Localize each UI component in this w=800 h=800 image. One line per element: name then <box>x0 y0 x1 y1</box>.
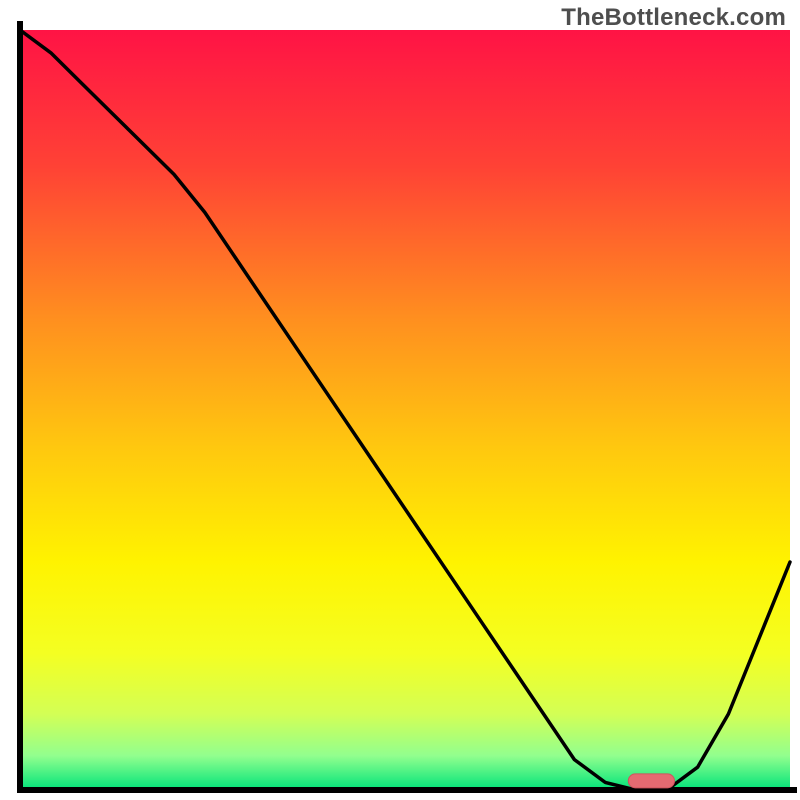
bottleneck-chart <box>0 0 800 800</box>
chart-container: TheBottleneck.com <box>0 0 800 800</box>
